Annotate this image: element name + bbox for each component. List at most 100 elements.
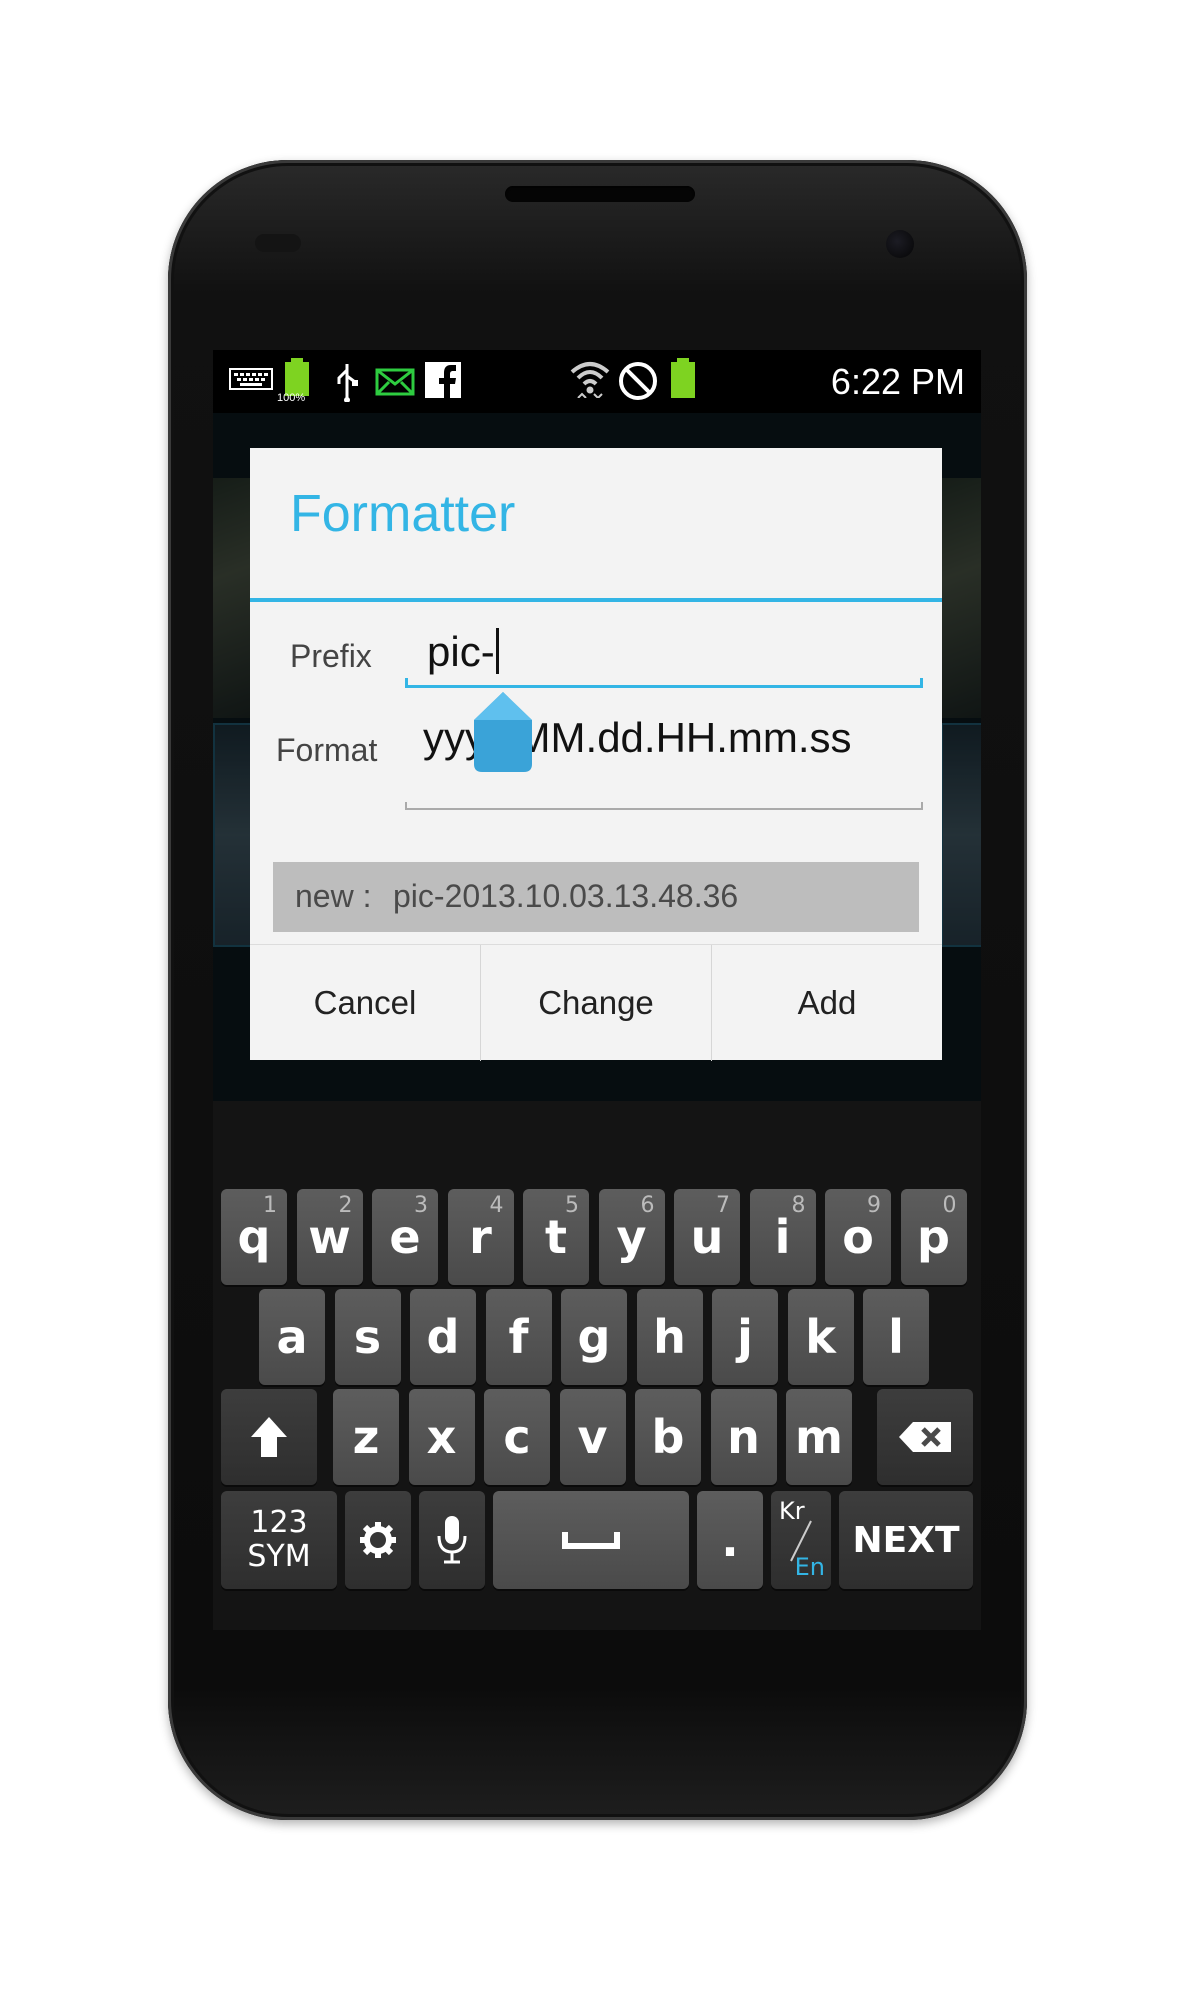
- key-label: a: [276, 1310, 308, 1364]
- text-selection-handle[interactable]: [472, 692, 534, 772]
- screen: 100% 6:22 PM Formatter Prefix pic- Forma…: [213, 350, 981, 1630]
- status-bar: 100% 6:22 PM: [213, 350, 981, 413]
- key-number-hint: 6: [640, 1193, 655, 1218]
- key-label: e: [389, 1210, 421, 1264]
- key-number-hint: 0: [942, 1193, 957, 1218]
- key-w[interactable]: w2: [296, 1189, 363, 1285]
- key-number-hint: 1: [263, 1193, 277, 1218]
- soft-keyboard: 123 SYM . Kr En NEXT q 1 w 2 e 3 r 4 t 5…: [213, 1101, 981, 1630]
- key-c[interactable]: c: [484, 1389, 550, 1485]
- key-label: s: [353, 1310, 382, 1364]
- key-t[interactable]: t5: [523, 1189, 589, 1285]
- next-key[interactable]: NEXT: [839, 1491, 973, 1589]
- settings-key[interactable]: [345, 1491, 411, 1589]
- key-h[interactable]: h: [636, 1289, 703, 1385]
- prefix-underline: [405, 678, 923, 688]
- key-y[interactable]: y6: [598, 1189, 665, 1285]
- key-number-hint: 9: [867, 1193, 881, 1218]
- key-i[interactable]: i8: [749, 1189, 816, 1285]
- key-o[interactable]: o9: [825, 1189, 891, 1285]
- key-l[interactable]: l: [863, 1289, 929, 1385]
- battery-percent-badge: 100%: [277, 392, 306, 404]
- key-label: o: [842, 1210, 874, 1264]
- period-key[interactable]: .: [697, 1491, 763, 1589]
- wifi-icon: [570, 362, 610, 398]
- preview-value: pic-2013.10.03.13.48.36: [393, 878, 739, 914]
- shift-arrow-icon: [251, 1417, 287, 1457]
- key-k[interactable]: k: [787, 1289, 854, 1385]
- key-label: c: [503, 1410, 531, 1464]
- key-label: w: [308, 1210, 351, 1264]
- key-p[interactable]: p0: [900, 1189, 967, 1285]
- symbols-key-label: 123 SYM: [247, 1505, 311, 1574]
- proximity-sensor: [255, 234, 301, 252]
- key-m[interactable]: m: [786, 1389, 852, 1485]
- earpiece: [505, 186, 695, 202]
- key-z[interactable]: z: [333, 1389, 399, 1485]
- key-f[interactable]: f: [485, 1289, 552, 1385]
- add-button[interactable]: Add: [712, 945, 942, 1061]
- key-label: k: [805, 1310, 836, 1364]
- key-d[interactable]: d: [410, 1289, 476, 1385]
- front-camera: [886, 230, 914, 258]
- period-key-label: .: [721, 1513, 739, 1567]
- key-label: l: [888, 1310, 904, 1364]
- key-number-hint: 8: [791, 1193, 806, 1218]
- key-label: n: [727, 1410, 760, 1464]
- key-b[interactable]: b: [635, 1389, 701, 1485]
- key-label: v: [577, 1410, 608, 1464]
- backspace-key[interactable]: [877, 1389, 973, 1485]
- key-label: d: [426, 1310, 460, 1364]
- space-key[interactable]: [493, 1491, 689, 1589]
- key-label: i: [774, 1210, 791, 1264]
- space-bar-icon: [562, 1532, 620, 1549]
- next-key-label: NEXT: [852, 1519, 960, 1561]
- gear-icon: [360, 1522, 396, 1558]
- clock: 6:22 PM: [830, 361, 965, 402]
- preview-bar: new : pic-2013.10.03.13.48.36: [273, 862, 919, 932]
- key-label: m: [795, 1410, 843, 1464]
- title-divider: [250, 598, 942, 602]
- language-en-label: En: [794, 1553, 825, 1581]
- key-j[interactable]: j: [712, 1289, 778, 1385]
- text-cursor: [495, 628, 499, 674]
- key-x[interactable]: x: [408, 1389, 475, 1485]
- prefix-value: pic-: [427, 628, 495, 675]
- key-u[interactable]: u7: [674, 1189, 740, 1285]
- voice-input-key[interactable]: [419, 1491, 485, 1589]
- key-label: r: [469, 1210, 492, 1264]
- key-s[interactable]: s: [334, 1289, 401, 1385]
- key-number-hint: 7: [716, 1193, 730, 1218]
- prefix-label: Prefix: [290, 638, 372, 674]
- symbols-key[interactable]: 123 SYM: [221, 1491, 337, 1589]
- key-e[interactable]: e3: [372, 1189, 438, 1285]
- format-label: Format: [276, 732, 378, 768]
- shift-key[interactable]: [221, 1389, 317, 1485]
- blocked-icon: [619, 362, 657, 400]
- format-underline: [405, 802, 923, 810]
- key-label: g: [577, 1310, 611, 1364]
- key-label: z: [352, 1410, 380, 1464]
- key-n[interactable]: n: [710, 1389, 777, 1485]
- key-label: u: [690, 1210, 724, 1264]
- key-a[interactable]: a: [259, 1289, 325, 1385]
- cancel-button[interactable]: Cancel: [250, 945, 480, 1061]
- microphone-icon: [437, 1516, 467, 1564]
- key-label: p: [917, 1210, 950, 1264]
- dialog-button-bar: Cancel Change Add: [250, 944, 942, 1061]
- key-v[interactable]: v: [559, 1389, 626, 1485]
- prefix-input[interactable]: pic-: [405, 616, 923, 688]
- key-r[interactable]: r4: [447, 1189, 514, 1285]
- change-button[interactable]: Change: [481, 945, 711, 1061]
- language-switch-key[interactable]: Kr En: [771, 1491, 831, 1589]
- key-g[interactable]: g: [561, 1289, 627, 1385]
- key-number-hint: 2: [338, 1193, 353, 1218]
- key-label: x: [426, 1410, 457, 1464]
- key-label: t: [545, 1210, 567, 1264]
- key-label: h: [653, 1310, 686, 1364]
- key-q[interactable]: q1: [221, 1189, 287, 1285]
- key-number-hint: 4: [489, 1193, 504, 1218]
- email-icon: [375, 368, 415, 396]
- key-label: f: [508, 1310, 529, 1364]
- key-number-hint: 3: [414, 1193, 428, 1218]
